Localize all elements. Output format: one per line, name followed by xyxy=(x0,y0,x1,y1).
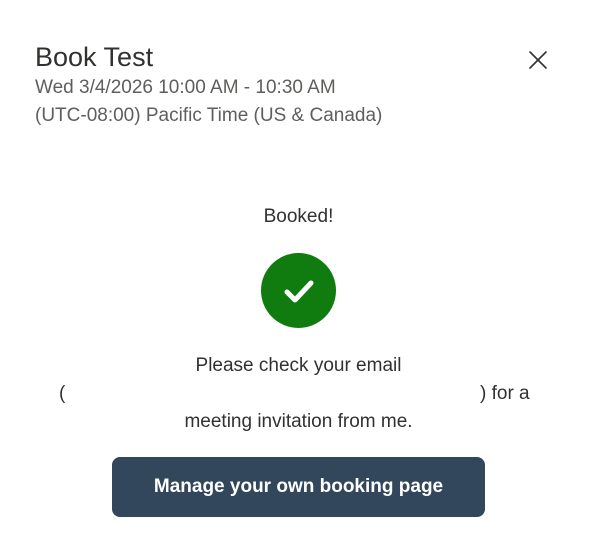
booking-timezone: (UTC-08:00) Pacific Time (US & Canada) xyxy=(35,105,383,126)
email-message-line1: Please check your email xyxy=(195,355,402,376)
close-button[interactable] xyxy=(524,46,552,74)
manage-booking-page-button[interactable]: Manage your own booking page xyxy=(112,457,485,517)
booked-label: Booked! xyxy=(263,206,334,227)
checkmark-icon xyxy=(284,280,313,302)
success-badge xyxy=(261,253,336,328)
booking-confirmation-dialog: Book Test Wed 3/4/2026 10:00 AM - 10:30 … xyxy=(0,0,597,552)
confirmation-status: Booked! xyxy=(0,203,597,328)
email-paren-close: ) for a xyxy=(480,383,530,404)
close-icon xyxy=(529,51,547,69)
dialog-title: Book Test xyxy=(35,42,154,72)
email-paren-open: ( xyxy=(59,383,66,404)
booking-datetime: Wed 3/4/2026 10:00 AM - 10:30 AM xyxy=(35,77,336,98)
dialog-header: Book Test Wed 3/4/2026 10:00 AM - 10:30 … xyxy=(35,40,505,130)
email-message-line3: meeting invitation from me. xyxy=(184,411,413,432)
